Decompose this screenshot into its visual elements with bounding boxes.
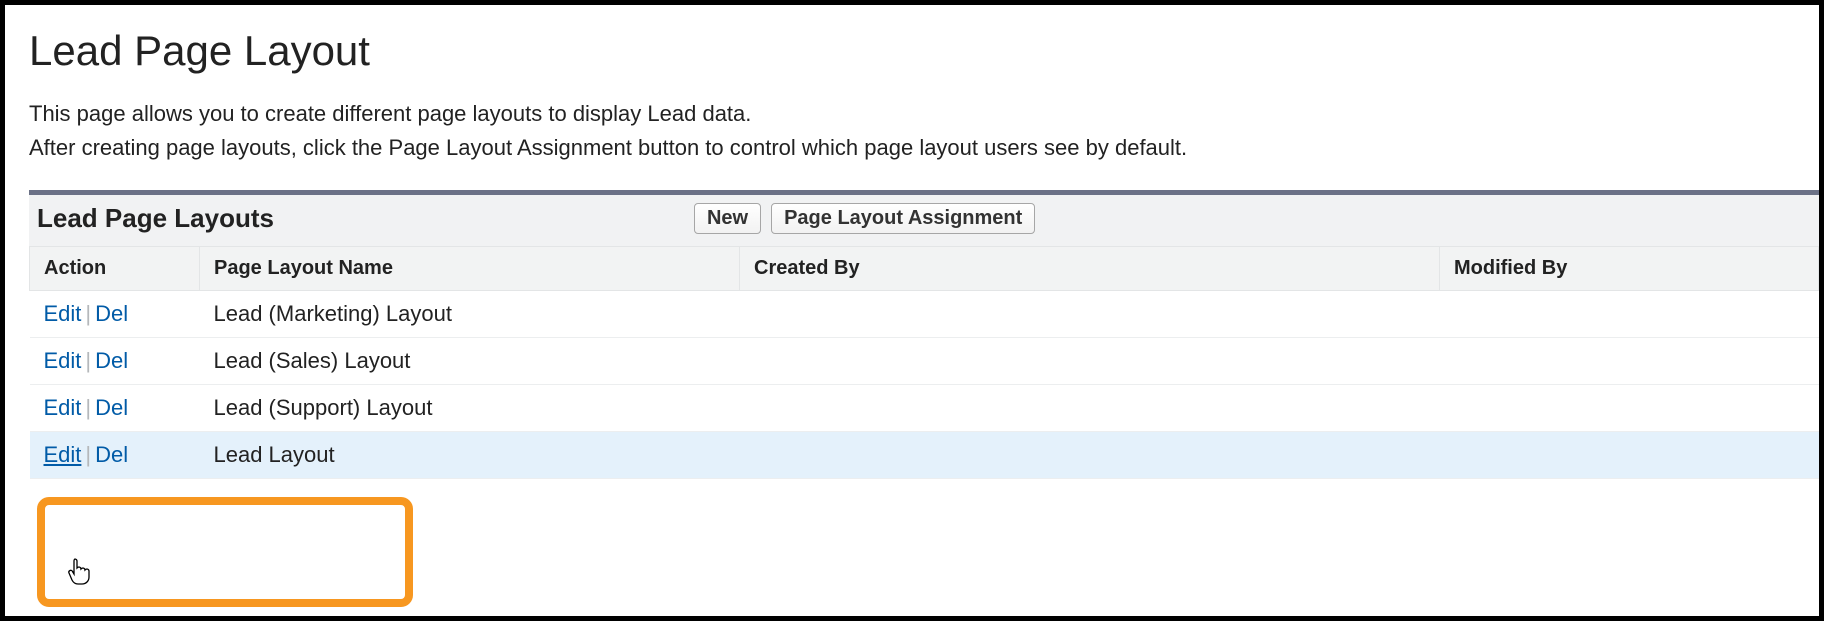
action-separator: |	[81, 442, 95, 467]
action-cell: Edit|Del	[30, 432, 200, 479]
panel-header: Lead Page Layouts New Page Layout Assign…	[29, 195, 1819, 246]
cursor-pointer-icon	[67, 557, 93, 590]
delete-link[interactable]: Del	[95, 442, 128, 467]
modified-by-cell	[1440, 291, 1819, 338]
page-title: Lead Page Layout	[29, 27, 1819, 75]
page-layout-assignment-button[interactable]: Page Layout Assignment	[771, 203, 1035, 234]
created-by-cell	[740, 338, 1440, 385]
col-name: Page Layout Name	[200, 247, 740, 291]
delete-link[interactable]: Del	[95, 395, 128, 420]
created-by-cell	[740, 385, 1440, 432]
layout-name-cell: Lead (Marketing) Layout	[200, 291, 740, 338]
action-separator: |	[81, 348, 95, 373]
layouts-panel: Lead Page Layouts New Page Layout Assign…	[29, 190, 1819, 479]
table-row: Edit|Del Lead Layout	[30, 432, 1819, 479]
delete-link[interactable]: Del	[95, 301, 128, 326]
edit-link[interactable]: Edit	[44, 395, 82, 420]
edit-link[interactable]: Edit	[44, 301, 82, 326]
panel-buttons: New Page Layout Assignment	[694, 203, 1035, 234]
panel-title: Lead Page Layouts	[37, 203, 274, 234]
new-button[interactable]: New	[694, 203, 761, 234]
col-modified: Modified By	[1440, 247, 1819, 291]
page-description-2: After creating page layouts, click the P…	[29, 133, 1819, 163]
col-action: Action	[30, 247, 200, 291]
layout-name-cell: Lead (Sales) Layout	[200, 338, 740, 385]
created-by-cell	[740, 432, 1440, 479]
action-separator: |	[81, 395, 95, 420]
table-row: Edit|Del Lead (Support) Layout	[30, 385, 1819, 432]
col-created: Created By	[740, 247, 1440, 291]
layout-name-cell: Lead Layout	[200, 432, 740, 479]
edit-link[interactable]: Edit	[44, 348, 82, 373]
table-row: Edit|Del Lead (Sales) Layout	[30, 338, 1819, 385]
page-description-1: This page allows you to create different…	[29, 99, 1819, 129]
delete-link[interactable]: Del	[95, 348, 128, 373]
action-cell: Edit|Del	[30, 291, 200, 338]
edit-link[interactable]: Edit	[44, 442, 82, 467]
modified-by-cell	[1440, 385, 1819, 432]
modified-by-cell	[1440, 338, 1819, 385]
action-cell: Edit|Del	[30, 385, 200, 432]
action-cell: Edit|Del	[30, 338, 200, 385]
layout-name-cell: Lead (Support) Layout	[200, 385, 740, 432]
table-header-row: Action Page Layout Name Created By Modif…	[30, 247, 1819, 291]
table-row: Edit|Del Lead (Marketing) Layout	[30, 291, 1819, 338]
action-separator: |	[81, 301, 95, 326]
app-frame: Lead Page Layout This page allows you to…	[0, 0, 1824, 621]
tutorial-highlight-box	[37, 497, 413, 607]
layouts-table: Action Page Layout Name Created By Modif…	[29, 246, 1819, 479]
modified-by-cell	[1440, 432, 1819, 479]
created-by-cell	[740, 291, 1440, 338]
